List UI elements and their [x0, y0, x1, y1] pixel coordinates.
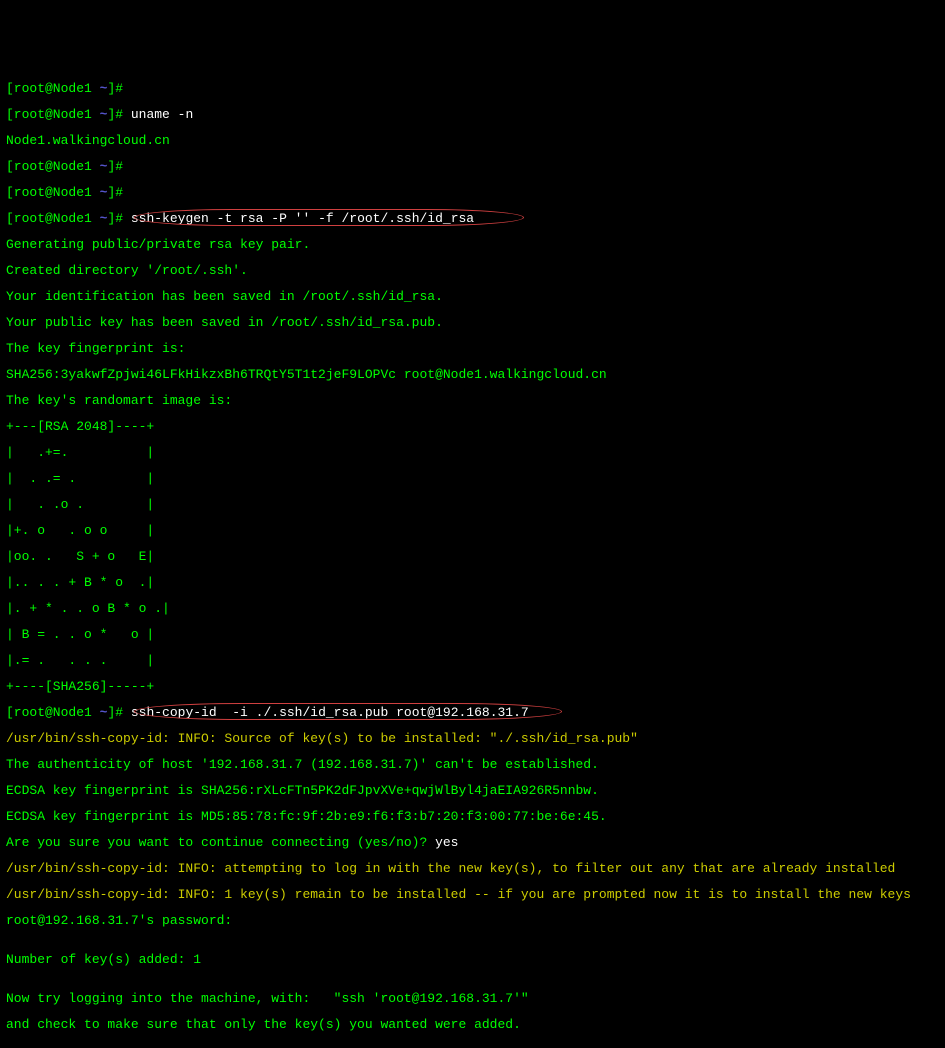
copyid-l6: /usr/bin/ssh-copy-id: INFO: attempting t…	[6, 862, 939, 875]
copyid-l3: ECDSA key fingerprint is SHA256:rXLcFTn5…	[6, 784, 939, 797]
prompt-user: [root@Node1	[6, 159, 92, 174]
art-line: | . .o . |	[6, 498, 939, 511]
art-line: +---[RSA 2048]----+	[6, 420, 939, 433]
cmd-copyid: ssh-copy-id -i ./.ssh/id_rsa.pub root@19…	[131, 705, 529, 720]
term-line: [root@Node1 ~]#	[6, 160, 939, 173]
art-line: | B = . . o * o |	[6, 628, 939, 641]
keygen-l7: The key's randomart image is:	[6, 394, 939, 407]
prompt-tilde: ~	[92, 159, 108, 174]
prompt-tilde: ~	[92, 705, 108, 720]
prompt-user: [root@Node1	[6, 705, 92, 720]
prompt-hash: ]#	[107, 705, 130, 720]
copyid-l10: Now try logging into the machine, with: …	[6, 992, 939, 1005]
prompt-tilde: ~	[92, 107, 108, 122]
art-line: |. + * . . o B * o .|	[6, 602, 939, 615]
copyid-l7: /usr/bin/ssh-copy-id: INFO: 1 key(s) rem…	[6, 888, 939, 901]
term-line: [root@Node1 ~]#	[6, 186, 939, 199]
prompt-user: [root@Node1	[6, 81, 92, 96]
art-line: |oo. . S + o E|	[6, 550, 939, 563]
prompt-hash: ]#	[107, 81, 130, 96]
copyid-l5a: Are you sure you want to continue connec…	[6, 835, 435, 850]
copyid-l2: The authenticity of host '192.168.31.7 (…	[6, 758, 939, 771]
prompt-tilde: ~	[92, 81, 108, 96]
out-hostname: Node1.walkingcloud.cn	[6, 134, 939, 147]
prompt-hash: ]#	[107, 159, 130, 174]
art-line: | . .= . |	[6, 472, 939, 485]
keygen-l2: Created directory '/root/.ssh'.	[6, 264, 939, 277]
keygen-l6: SHA256:3yakwfZpjwi46LFkHikzxBh6TRQtY5T1t…	[6, 368, 939, 381]
prompt-hash: ]#	[107, 185, 130, 200]
art-line: +----[SHA256]-----+	[6, 680, 939, 693]
keygen-l1: Generating public/private rsa key pair.	[6, 238, 939, 251]
art-line: |.. . . + B * o .|	[6, 576, 939, 589]
term-line: [root@Node1 ~]# uname -n	[6, 108, 939, 121]
prompt-hash: ]#	[107, 107, 130, 122]
prompt-user: [root@Node1	[6, 185, 92, 200]
copyid-l1: /usr/bin/ssh-copy-id: INFO: Source of ke…	[6, 732, 939, 745]
copyid-l9: Number of key(s) added: 1	[6, 953, 939, 966]
terminal: [root@Node1 ~]# [root@Node1 ~]# uname -n…	[6, 56, 939, 1048]
copyid-l11: and check to make sure that only the key…	[6, 1018, 939, 1031]
keygen-l5: The key fingerprint is:	[6, 342, 939, 355]
copyid-l5b: yes	[435, 835, 458, 850]
copyid-l4: ECDSA key fingerprint is MD5:85:78:fc:9f…	[6, 810, 939, 823]
cmd-uname: uname -n	[131, 107, 193, 122]
term-line: Are you sure you want to continue connec…	[6, 836, 939, 849]
prompt-user: [root@Node1	[6, 211, 92, 226]
cmd-keygen: ssh-keygen -t rsa -P '' -f /root/.ssh/id…	[131, 211, 474, 226]
art-line: | .+=. |	[6, 446, 939, 459]
prompt-user: [root@Node1	[6, 107, 92, 122]
art-line: |+. o . o o |	[6, 524, 939, 537]
keygen-l3: Your identification has been saved in /r…	[6, 290, 939, 303]
copyid-l8: root@192.168.31.7's password:	[6, 914, 939, 927]
term-line: [root@Node1 ~]# ssh-keygen -t rsa -P '' …	[6, 212, 939, 225]
prompt-tilde: ~	[92, 185, 108, 200]
art-line: |.= . . . . |	[6, 654, 939, 667]
keygen-l4: Your public key has been saved in /root/…	[6, 316, 939, 329]
prompt-hash: ]#	[107, 211, 130, 226]
term-line: [root@Node1 ~]#	[6, 82, 939, 95]
prompt-tilde: ~	[92, 211, 108, 226]
term-line: [root@Node1 ~]# ssh-copy-id -i ./.ssh/id…	[6, 706, 939, 719]
